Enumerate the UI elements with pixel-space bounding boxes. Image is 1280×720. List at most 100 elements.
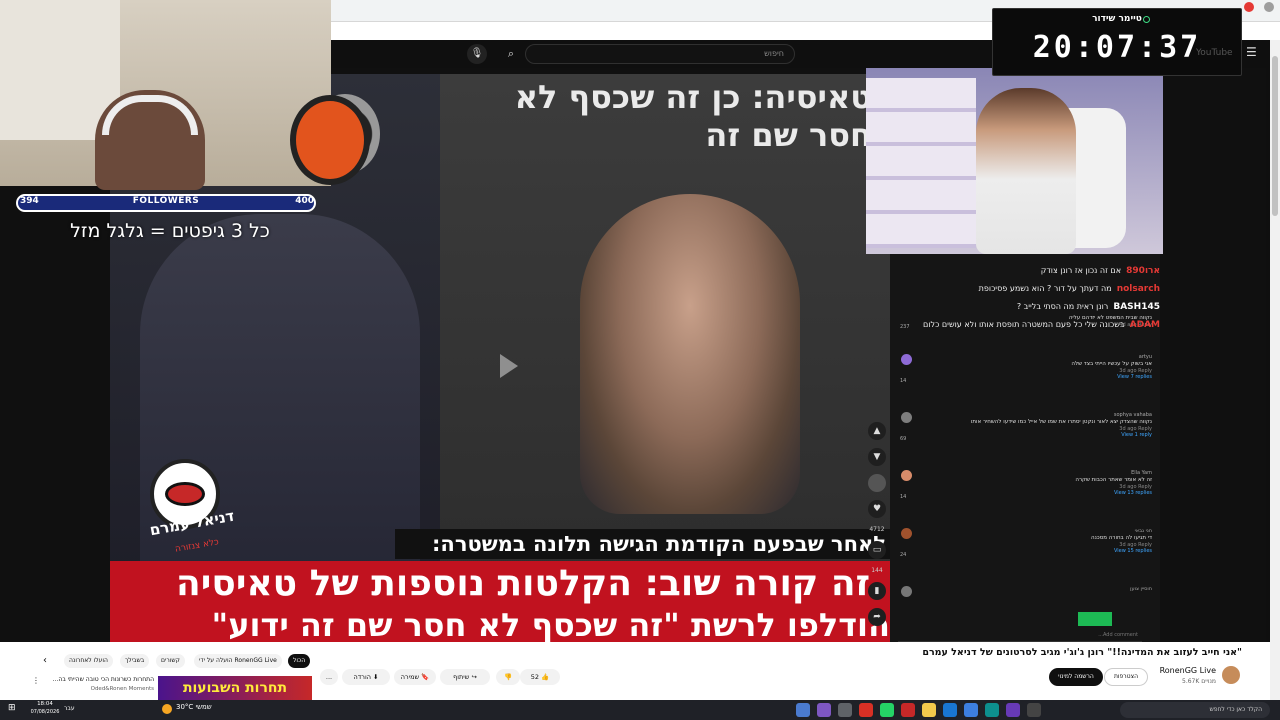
save-button[interactable]: שמירה 🔖 (394, 669, 436, 685)
comment-like-count: 14 (900, 494, 907, 500)
app-icon[interactable] (943, 703, 957, 717)
chat-text: אם זה נכון אז רונן צודק (1040, 266, 1122, 275)
download-icon: ⬇ (373, 673, 379, 681)
comment-like-count: 24 (900, 552, 907, 558)
video-caption-red-line1: זה קורה שוב: הקלטות נוספות של טאיסיה (176, 564, 870, 604)
chevron-up-icon[interactable]: ▲ (868, 422, 886, 440)
app-icon[interactable] (838, 703, 852, 717)
taskbar-apps (796, 703, 1041, 717)
app-icon[interactable] (901, 703, 915, 717)
sticker-image (1078, 612, 1112, 626)
stream-chat: ארו890 אם זה נכון אז רונן צודק nolsarch … (866, 252, 1160, 332)
chip-for-you[interactable]: בשבילך (120, 654, 150, 668)
recommended-thumbnail-text: תחרות השבועות (182, 680, 288, 696)
extension-icon[interactable] (1264, 2, 1274, 12)
comment-icon[interactable]: ▭ (868, 541, 886, 559)
browser-window-icons (1244, 2, 1274, 12)
thumbs-up-icon: 👍 (541, 673, 550, 681)
search-input[interactable]: חיפוש (525, 44, 795, 64)
menu-icon[interactable]: ☰ (1246, 46, 1260, 58)
add-comment-input[interactable]: Add comment... (898, 632, 1142, 642)
likes-count: 4712 (869, 526, 885, 533)
app-icon[interactable] (796, 703, 810, 717)
app-icon[interactable] (859, 703, 873, 717)
weather-widget[interactable]: 30°C שמשי (162, 703, 222, 711)
whatsapp-icon[interactable] (880, 703, 894, 717)
chip-uploader[interactable]: הועלה על ידי RonenGG Live (194, 654, 282, 668)
bookmark-icon[interactable]: ▮ (868, 582, 886, 600)
chat-message: ארו890 אם זה נכון אז רונן צודק (870, 258, 1160, 277)
scrollbar-thumb[interactable] (1272, 56, 1278, 216)
youtube-logo: YouTube (1196, 48, 1233, 58)
taskbar-date[interactable]: 07/08/2026 (28, 709, 62, 715)
language-indicator[interactable]: עבר (64, 705, 75, 712)
video-woman-figure (580, 194, 800, 514)
comment-item: חוסיין צוען (900, 586, 1152, 626)
comment-text: אני בשוק על עכשיו הייתי בצד שלה (1071, 361, 1152, 367)
more-actions-button[interactable]: ... (320, 669, 338, 685)
comment-text: נקווה שהצדק יצא לאור ונקטן יסתרו את שמו … (970, 419, 1152, 425)
comment-like-count: 69 (900, 436, 907, 442)
file-explorer-icon[interactable] (922, 703, 936, 717)
power-icon (1143, 16, 1150, 23)
join-button[interactable]: הצטרפות (1104, 668, 1148, 686)
recommended-channel: Oded&Ronen Moments (90, 686, 154, 692)
view-replies[interactable]: View 13 replies (900, 490, 1152, 496)
like-count: 52 (530, 673, 540, 681)
followers-label: FOLLOWERS (132, 196, 200, 206)
reactor-webcam (866, 68, 1163, 254)
comment-user[interactable]: חוסיין צוען (900, 586, 1152, 592)
more-vert-icon[interactable]: ⋮ (32, 676, 40, 685)
comment-item: Ella Yam זה לא אומר שאתר הכבות שקרה 3d a… (900, 470, 1152, 500)
play-icon[interactable] (500, 354, 518, 378)
channel-name[interactable]: RonenGG Live (1150, 666, 1216, 675)
youtube-tab-icon[interactable] (1244, 2, 1254, 12)
channel-avatar[interactable] (1222, 666, 1240, 684)
share-button[interactable]: שיתוף ↪ (440, 669, 490, 685)
view-replies[interactable]: View 7 replies (900, 374, 1152, 380)
channel-avatar[interactable] (868, 474, 886, 492)
webcam-shelf (866, 78, 976, 248)
taskbar-time[interactable]: 18:04 (34, 701, 56, 707)
video-caption-red-line2: הודלפו לרשת "זה שכסף לא חסר שם זה ידוע" (211, 608, 890, 642)
microphone-icon[interactable]: 🎙 (467, 44, 487, 64)
app-icon[interactable] (817, 703, 831, 717)
followers-goal: 400 (295, 196, 314, 206)
search-icon[interactable]: ⌕ (500, 44, 522, 64)
app-icon[interactable] (964, 703, 978, 717)
windows-start-icon[interactable]: ⊞ (8, 703, 20, 716)
chevron-left-icon[interactable]: ‹ (38, 654, 52, 668)
chip-recently-uploaded[interactable]: הועלו לאחרונה (64, 654, 113, 668)
streamer-webcam (0, 0, 331, 190)
chat-message: ADAM בשכונה שלי כל פעם המשטרה תופסת אותו… (870, 312, 1160, 331)
chat-text: מה דעתך על דור ? הוא נשמע פסיכופת (978, 284, 1112, 293)
view-replies[interactable]: View 1 reply (900, 432, 1152, 438)
view-replies[interactable]: View 15 replies (900, 548, 1152, 554)
timer-label: טיימר שידור (1092, 14, 1142, 24)
app-icon[interactable] (1027, 703, 1041, 717)
taskbar-search[interactable]: הקלד כאן כדי לחפש (1120, 702, 1270, 718)
chat-message: nolsarch מה דעתך על דור ? הוא נשמע פסיכו… (870, 276, 1160, 295)
like-button[interactable]: 52 👍 (520, 669, 560, 685)
avatar (901, 412, 912, 423)
dislike-button[interactable]: 👎 (496, 669, 520, 685)
download-button[interactable]: הורדה ⬇ (342, 669, 390, 685)
chip-all[interactable]: הכול (288, 654, 311, 668)
comment-text: די תגיעו לה בחורה מסכנה (1091, 535, 1152, 541)
subscriber-count: 5.67K מנויים (1182, 678, 1216, 685)
chevron-down-icon[interactable]: ▼ (868, 448, 886, 466)
heart-icon[interactable]: ♥ (868, 500, 886, 518)
chip-related[interactable]: קשורים (156, 654, 185, 668)
comment-like-count: 14 (900, 378, 907, 384)
avatar (901, 470, 912, 481)
share-icon[interactable]: ➦ (868, 608, 886, 626)
app-icon[interactable] (1006, 703, 1020, 717)
video-title: "אני חייב לעזוב את המדינה!!" רונן ג'וג'י… (922, 647, 1242, 658)
avatar (901, 354, 912, 365)
chat-message: BASH145 רונן ראית מה הסתי בלייב ? (870, 294, 1160, 313)
shorts-actions: ▲ ▼ ♥ 4712 ▭ 144 ▮ ➦ (866, 422, 888, 626)
video-headline: טאיסיה: כן זה שכסף לא חסר שם זה (514, 78, 872, 154)
edge-icon[interactable] (985, 703, 999, 717)
subscribe-button[interactable]: הרשמה למינוי (1049, 668, 1103, 686)
recommended-title[interactable]: התחרות כשרונות הכי טובה שהייתי בה... (40, 676, 154, 683)
